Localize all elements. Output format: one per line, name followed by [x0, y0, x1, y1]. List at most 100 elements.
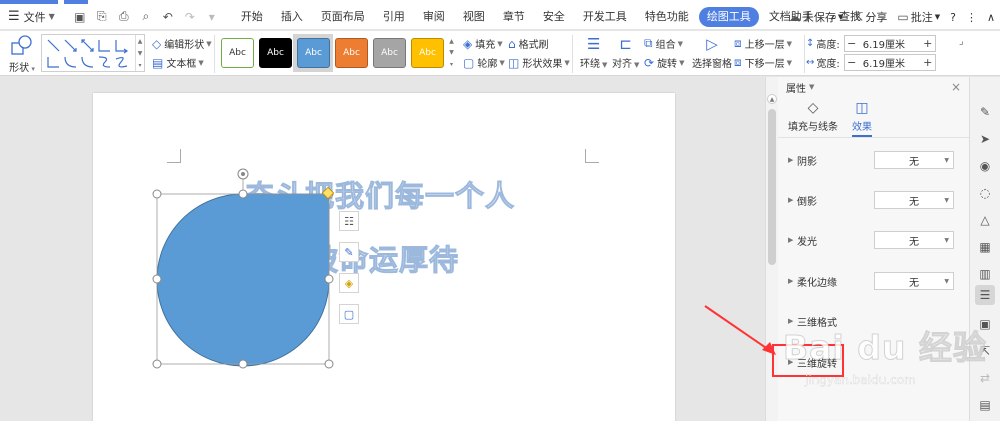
tab-review[interactable]: 审阅 [415, 7, 453, 27]
shadow-select[interactable]: 无 ▼ [874, 151, 954, 169]
width-increase-button[interactable]: + [921, 56, 935, 69]
effect-row-glow[interactable]: ▶ 发光 无 ▼ [778, 229, 969, 251]
redo-icon[interactable]: ↷ [181, 8, 199, 26]
width-decrease-button[interactable]: − [845, 56, 859, 69]
shape-effect-button[interactable]: ◫ 形状效果 ▼ [508, 55, 570, 71]
shapes-icon[interactable]: ◌ [975, 183, 995, 203]
tab-view[interactable]: 视图 [455, 7, 493, 27]
scroll-up-button[interactable]: ▲ [767, 94, 777, 104]
effect-row-3d-format[interactable]: ▶ 三维格式 [778, 310, 969, 332]
style-swatch-4[interactable]: Abc [335, 38, 368, 68]
layout-options-button[interactable]: ☷ [339, 211, 359, 231]
wrap-button[interactable]: ☰ 环绕 ▼ [580, 35, 607, 70]
style-swatch-6[interactable]: Abc [411, 38, 444, 68]
grid-icon[interactable]: ▦ [975, 237, 995, 257]
edit-shape-float-button[interactable]: ✎ [339, 242, 359, 262]
send-backward-button[interactable]: ⧈ 下移一层 ▼ [734, 55, 792, 70]
bring-forward-button[interactable]: ⧈ 上移一层 ▼ [734, 36, 792, 51]
height-value[interactable]: 6.19厘米 [859, 36, 921, 51]
style-swatch-5[interactable]: Abc [373, 38, 406, 68]
share-button[interactable]: ⇱ 分享 [848, 9, 892, 25]
chevron-down-icon: ▼ [837, 13, 844, 21]
tab-page-layout[interactable]: 页面布局 [313, 7, 373, 27]
properties-settings-icon[interactable]: ☰ [975, 285, 995, 305]
collapse-ribbon-button[interactable]: ∧ [982, 11, 1000, 24]
scroll-thumb[interactable] [768, 109, 776, 265]
bring-forward-label: 上移一层 [744, 40, 785, 51]
export-icon[interactable]: ⎘ [93, 8, 111, 26]
pencil-icon[interactable]: ✎ [975, 102, 995, 122]
tab-references[interactable]: 引用 [375, 7, 413, 27]
print-preview-icon[interactable]: ⌕ [137, 8, 155, 26]
gallery-scroll[interactable]: ▲ ▼ ▾ [135, 35, 144, 71]
export-icon[interactable]: ⇱ [975, 341, 995, 361]
select-pane-button[interactable]: ▷ 选择窗格 [692, 35, 732, 70]
file-menu[interactable]: ☰ 文件 ▼ [0, 4, 63, 30]
style-gallery-scroll[interactable]: ▲ ▼ ▾ [447, 36, 456, 70]
resize-handle[interactable] [238, 189, 248, 199]
width-stepper[interactable]: − 6.19厘米 + [843, 54, 936, 71]
resize-handle[interactable] [324, 274, 334, 284]
chart-icon[interactable]: ▥ [975, 264, 995, 284]
effect-row-shadow[interactable]: ▶ 阴影 无 ▼ [778, 149, 969, 171]
comment-button[interactable]: ▭ 批注 ▼ [892, 9, 945, 25]
align-button[interactable]: ⊏ 对齐 ▼ [612, 35, 639, 70]
outline-float-button[interactable]: ▢ [339, 304, 359, 324]
image-icon[interactable]: ▣ [975, 314, 995, 334]
group-button[interactable]: ⧉ 组合 ▼ [644, 36, 683, 51]
reflection-select[interactable]: 无 ▼ [874, 191, 954, 209]
fill-float-button[interactable]: ◈ [339, 273, 359, 293]
style-swatch-2[interactable]: Abc [259, 38, 292, 68]
print-icon[interactable]: ⎙ [115, 8, 133, 26]
effect-row-reflection[interactable]: ▶ 倒影 无 ▼ [778, 189, 969, 211]
tab-home[interactable]: 开始 [233, 7, 271, 27]
document-page[interactable]: 奋斗把我们每一个人 被命运厚待 ☷ ✎ ◈ ▢ [93, 93, 675, 421]
rotate-button[interactable]: ⟳ 旋转 ▼ [644, 55, 684, 71]
width-value[interactable]: 6.19厘米 [859, 55, 921, 70]
tab-drawing-tools[interactable]: 绘图工具 [698, 6, 759, 27]
tab-effects[interactable]: ◫ 效果 [852, 100, 872, 137]
style-swatch-1[interactable]: Abc [221, 38, 254, 68]
translate-icon[interactable]: ⇄ [975, 368, 995, 388]
teardrop-fill[interactable] [156, 193, 330, 367]
tab-section[interactable]: 章节 [495, 7, 533, 27]
fill-button[interactable]: ◈ 填充 ▼ [463, 36, 503, 52]
save-icon[interactable]: ▣ [71, 8, 89, 26]
resize-handle[interactable] [152, 359, 162, 369]
close-icon[interactable]: × [951, 80, 961, 94]
triangle-icon[interactable]: △ [975, 210, 995, 230]
height-decrease-button[interactable]: − [845, 37, 859, 50]
outline-button[interactable]: ▢ 轮廓 ▼ [463, 55, 505, 71]
location-pin-icon[interactable]: ◉ [975, 156, 995, 176]
style-swatch-3[interactable]: Abc [297, 38, 330, 68]
soft-edges-select[interactable]: 无 ▼ [874, 272, 954, 290]
tab-fill-and-line[interactable]: ◇ 填充与线条 [788, 100, 838, 133]
teardrop-shape[interactable] [149, 166, 335, 374]
resize-handle[interactable] [238, 359, 248, 369]
edit-shape-button[interactable]: ◇ 编辑形状 ▼ [152, 36, 212, 52]
format-brush-button[interactable]: ⌂ 格式刷 [508, 36, 549, 52]
resize-handle[interactable] [324, 359, 334, 369]
chevron-down-icon[interactable]: ▼ [809, 83, 814, 91]
undo-icon[interactable]: ↶ [159, 8, 177, 26]
tab-insert[interactable]: 插入 [273, 7, 311, 27]
quick-more-icon[interactable]: ▾ [203, 8, 221, 26]
shape-button[interactable]: 形状 ▾ [8, 34, 36, 74]
lines-gallery[interactable]: ▲ ▼ ▾ [41, 34, 145, 72]
tab-features[interactable]: 特色功能 [637, 7, 697, 27]
tab-security[interactable]: 安全 [535, 7, 573, 27]
more-button[interactable]: ⋮ [961, 11, 982, 24]
height-increase-button[interactable]: + [921, 37, 935, 50]
archive-icon[interactable]: ▤ [975, 395, 995, 415]
glow-select[interactable]: 无 ▼ [874, 231, 954, 249]
unsaved-button[interactable]: ☁ 未保存 ▼ [784, 9, 848, 25]
tab-developer[interactable]: 开发工具 [575, 7, 635, 27]
size-dialog-launcher[interactable]: ⌟ [959, 36, 964, 47]
resize-handle[interactable] [152, 189, 162, 199]
help-button[interactable]: ? [945, 11, 961, 24]
cursor-icon[interactable]: ➤ [975, 129, 995, 149]
resize-handle[interactable] [152, 274, 162, 284]
effect-row-soft-edges[interactable]: ▶ 柔化边缘 无 ▼ [778, 270, 969, 292]
height-stepper[interactable]: − 6.19厘米 + [843, 35, 936, 52]
textbox-button[interactable]: ▤ 文本框 ▼ [152, 55, 204, 71]
